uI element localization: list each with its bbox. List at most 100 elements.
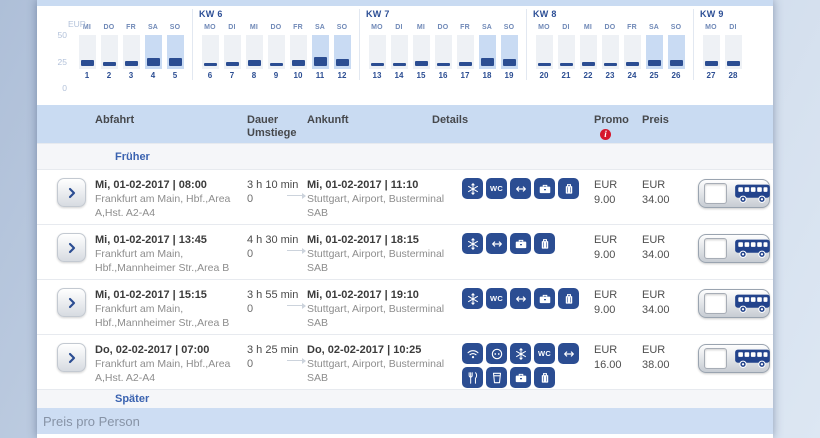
price-column bbox=[646, 35, 663, 69]
day-of-week-label: SA bbox=[643, 22, 665, 34]
departure-cell: Mi, 01-02-2017 | 15:15Frankfurt am Main,… bbox=[95, 288, 235, 334]
header-details-label: Details bbox=[432, 114, 468, 127]
calendar-day[interactable]: DI21 bbox=[555, 22, 577, 80]
calendar-day[interactable]: DI28 bbox=[722, 22, 744, 80]
calendar-day[interactable]: SO5 bbox=[164, 22, 186, 80]
select-checkbox[interactable] bbox=[704, 238, 727, 259]
hand-luggage-icon bbox=[510, 233, 531, 254]
select-checkbox[interactable] bbox=[704, 183, 727, 204]
price-column bbox=[79, 35, 96, 69]
price-column bbox=[413, 35, 430, 69]
day-number: 14 bbox=[388, 71, 410, 80]
details-cell: WC bbox=[462, 343, 594, 389]
arrival-station: Stuttgart, Airport, Busterminal SAB bbox=[307, 247, 457, 275]
expand-journey-button[interactable] bbox=[57, 233, 86, 262]
calendar-day[interactable]: SA25 bbox=[643, 22, 665, 80]
calendar-day[interactable]: SO19 bbox=[498, 22, 520, 80]
amenity-icons bbox=[462, 233, 588, 254]
price-column bbox=[580, 35, 597, 69]
select-journey-button[interactable] bbox=[698, 234, 770, 263]
calendar-day[interactable]: MI22 bbox=[577, 22, 599, 80]
day-number: 16 bbox=[432, 71, 454, 80]
select-cell bbox=[698, 288, 773, 334]
price-bar bbox=[481, 58, 494, 66]
calendar-day[interactable]: SA18 bbox=[476, 22, 498, 80]
expand-journey-button[interactable] bbox=[57, 343, 86, 372]
promo-currency: EUR bbox=[594, 178, 642, 193]
price-bar bbox=[560, 63, 573, 66]
header-abfahrt: Abfahrt bbox=[95, 114, 235, 143]
calendar-day[interactable]: FR10 bbox=[287, 22, 309, 80]
departure-datetime: Mi, 01-02-2017 | 13:45 bbox=[95, 233, 235, 247]
calendar-day[interactable]: MO13 bbox=[366, 22, 388, 80]
expand-journey-button[interactable] bbox=[57, 288, 86, 317]
calendar-day[interactable]: SA4 bbox=[142, 22, 164, 80]
journey-row: Do, 02-02-2017 | 07:00Frankfurt am Main,… bbox=[37, 334, 773, 389]
expand-journey-button[interactable] bbox=[57, 178, 86, 207]
price-bar bbox=[503, 59, 516, 66]
price-amount: 34.00 bbox=[642, 303, 698, 318]
calendar-week-days: MO27DI28 bbox=[700, 22, 744, 80]
air-conditioning-icon bbox=[510, 343, 531, 364]
select-checkbox[interactable] bbox=[704, 348, 727, 369]
select-checkbox[interactable] bbox=[704, 293, 727, 314]
wc-icon-label: WC bbox=[490, 184, 503, 193]
departure-datetime: Do, 02-02-2017 | 07:00 bbox=[95, 343, 235, 357]
price-column bbox=[501, 35, 518, 69]
calendar-day[interactable]: DO2 bbox=[98, 22, 120, 80]
price-bar bbox=[415, 61, 428, 66]
calendar-week-group: KW 6MO6DI7MI8DO9FR10SA11SO12 bbox=[192, 9, 356, 80]
price-bar bbox=[727, 61, 740, 66]
promo-info-icon[interactable]: i bbox=[600, 129, 611, 140]
earlier-link[interactable]: Früher bbox=[37, 143, 773, 169]
day-of-week-label: SO bbox=[498, 22, 520, 34]
calendar-day[interactable]: DO16 bbox=[432, 22, 454, 80]
select-journey-button[interactable] bbox=[698, 179, 770, 208]
calendar-day[interactable]: MO27 bbox=[700, 22, 722, 80]
calendar-day[interactable]: DO9 bbox=[265, 22, 287, 80]
price-bar bbox=[604, 63, 617, 66]
duration-value: 4 h 30 min bbox=[247, 233, 303, 247]
calendar-day[interactable]: SO26 bbox=[665, 22, 687, 80]
calendar-day[interactable]: SO12 bbox=[331, 22, 353, 80]
extra-legroom-icon bbox=[510, 178, 531, 199]
day-number: 11 bbox=[309, 71, 331, 80]
calendar-day[interactable]: MI1 bbox=[76, 22, 98, 80]
day-of-week-label: FR bbox=[120, 22, 142, 34]
day-number: 3 bbox=[120, 71, 142, 80]
amenity-icons: WC bbox=[462, 178, 588, 199]
select-cell bbox=[698, 178, 773, 224]
calendar-day[interactable]: FR 3 bbox=[120, 22, 142, 80]
calendar-week-days: MI1DO2FR 3SA4SO5 bbox=[76, 22, 186, 80]
day-number: 2 bbox=[98, 71, 120, 80]
select-journey-button[interactable] bbox=[698, 289, 770, 318]
price-bar bbox=[270, 63, 283, 66]
calendar-day[interactable]: DO23 bbox=[599, 22, 621, 80]
bus-icon bbox=[734, 238, 772, 259]
later-link[interactable]: Später bbox=[37, 389, 773, 408]
price-column bbox=[624, 35, 641, 69]
calendar-day[interactable]: SA11 bbox=[309, 22, 331, 80]
calendar-day[interactable]: DI7 bbox=[221, 22, 243, 80]
day-number: 21 bbox=[555, 71, 577, 80]
air-conditioning-icon bbox=[462, 233, 483, 254]
select-journey-button[interactable] bbox=[698, 344, 770, 373]
calendar-day[interactable]: FR24 bbox=[621, 22, 643, 80]
hand-luggage-icon bbox=[534, 288, 555, 309]
calendar-day[interactable]: FR17 bbox=[454, 22, 476, 80]
day-number: 8 bbox=[243, 71, 265, 80]
calendar-day[interactable]: MI8 bbox=[243, 22, 265, 80]
calendar-day[interactable]: MO20 bbox=[533, 22, 555, 80]
calendar-day[interactable]: DI14 bbox=[388, 22, 410, 80]
calendar-day[interactable]: MI15 bbox=[410, 22, 432, 80]
duration-cell: 4 h 30 min0 bbox=[247, 233, 303, 279]
day-of-week-label: DO bbox=[265, 22, 287, 34]
calendar-day[interactable]: MO6 bbox=[199, 22, 221, 80]
expand-cell bbox=[57, 343, 95, 389]
price-column bbox=[167, 35, 184, 69]
details-cell: WC bbox=[462, 288, 594, 334]
arrival-station: Stuttgart, Airport, Busterminal SAB bbox=[307, 357, 457, 385]
day-of-week-label: FR bbox=[454, 22, 476, 34]
luggage-icon bbox=[534, 367, 555, 388]
luggage-icon bbox=[534, 233, 555, 254]
